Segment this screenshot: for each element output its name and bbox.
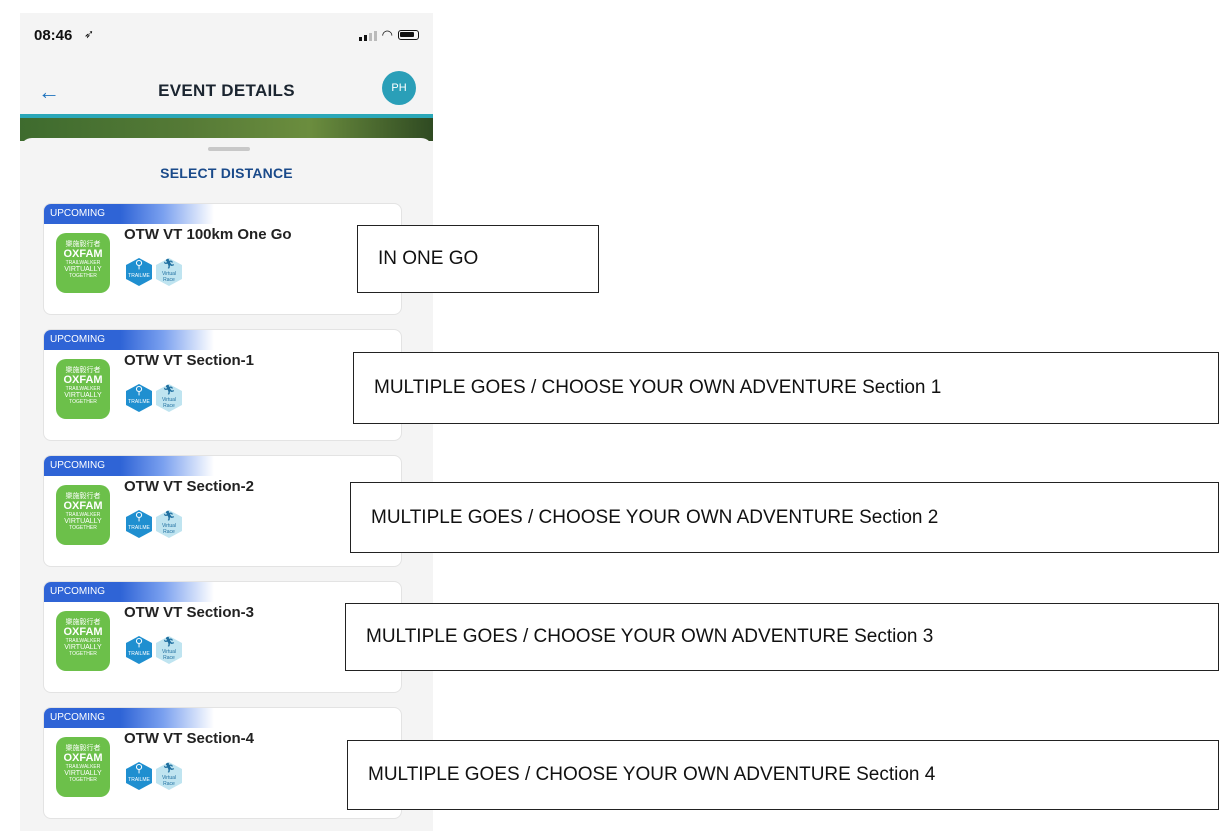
- logo-together-text: TOGETHER: [69, 273, 97, 279]
- wifi-icon: ◠: [381, 27, 393, 42]
- logo-together-text: TOGETHER: [69, 777, 97, 783]
- status-badge: UPCOMING: [50, 460, 105, 471]
- virtual-race-badge-icon: 🏃︎ Virtual Race: [156, 384, 182, 412]
- status-ribbon: UPCOMING: [44, 204, 214, 224]
- status-ribbon: UPCOMING: [44, 582, 214, 602]
- event-title: OTW VT Section-1: [124, 352, 255, 369]
- status-time: 08:46: [34, 27, 73, 44]
- sheet-grabber[interactable]: [208, 147, 250, 151]
- event-title: OTW VT Section-2: [124, 478, 255, 495]
- status-ribbon: UPCOMING: [44, 330, 214, 350]
- event-title: OTW VT Section-4: [124, 730, 255, 747]
- status-badge: UPCOMING: [50, 334, 105, 345]
- logo-oxfam-text: OXFAM: [63, 500, 103, 512]
- status-badge: UPCOMING: [50, 586, 105, 597]
- oxfam-trailwalker-logo: 樂施毅行者 OXFAM TRAILWALKER VIRTUALLY TOGETH…: [56, 233, 110, 293]
- logo-together-text: TOGETHER: [69, 651, 97, 657]
- annotation-box: IN ONE GO: [357, 225, 599, 293]
- logo-oxfam-text: OXFAM: [63, 248, 103, 260]
- status-ribbon: UPCOMING: [44, 456, 214, 476]
- event-title: OTW VT 100km One Go: [124, 226, 292, 243]
- logo-oxfam-text: OXFAM: [63, 626, 103, 638]
- status-bar: 08:46 ➶ ◠: [20, 13, 433, 63]
- oxfam-trailwalker-logo: 樂施毅行者 OXFAM TRAILWALKER VIRTUALLY TOGETH…: [56, 611, 110, 671]
- status-badge: UPCOMING: [50, 208, 105, 219]
- logo-together-text: TOGETHER: [69, 399, 97, 405]
- status-ribbon: UPCOMING: [44, 708, 214, 728]
- trailme-badge-icon: ⚲ TRAILME: [126, 636, 152, 664]
- logo-virtually-text: VIRTUALLY: [64, 266, 102, 273]
- annotation-box: MULTIPLE GOES / CHOOSE YOUR OWN ADVENTUR…: [350, 482, 1219, 553]
- status-badge: UPCOMING: [50, 712, 105, 723]
- page-title: EVENT DETAILS: [158, 81, 295, 100]
- annotation-box: MULTIPLE GOES / CHOOSE YOUR OWN ADVENTUR…: [353, 352, 1219, 424]
- location-arrow-icon: ➶: [84, 27, 95, 41]
- status-icons: ◠: [358, 27, 419, 43]
- oxfam-trailwalker-logo: 樂施毅行者 OXFAM TRAILWALKER VIRTUALLY TOGETH…: [56, 485, 110, 545]
- logo-virtually-text: VIRTUALLY: [64, 518, 102, 525]
- trailme-badge-icon: ⚲ TRAILME: [126, 510, 152, 538]
- virtual-race-badge-icon: 🏃︎ Virtual Race: [156, 762, 182, 790]
- signal-icon: [358, 30, 377, 41]
- avatar[interactable]: PH: [382, 71, 416, 105]
- virtual-race-badge-icon: 🏃︎ Virtual Race: [156, 510, 182, 538]
- oxfam-trailwalker-logo: 樂施毅行者 OXFAM TRAILWALKER VIRTUALLY TOGETH…: [56, 359, 110, 419]
- virtual-race-badge-icon: 🏃︎ Virtual Race: [156, 258, 182, 286]
- annotation-box: MULTIPLE GOES / CHOOSE YOUR OWN ADVENTUR…: [345, 603, 1219, 671]
- logo-oxfam-text: OXFAM: [63, 752, 103, 764]
- logo-oxfam-text: OXFAM: [63, 374, 103, 386]
- virtual-race-badge-icon: 🏃︎ Virtual Race: [156, 636, 182, 664]
- logo-virtually-text: VIRTUALLY: [64, 392, 102, 399]
- navigation-bar: ← EVENT DETAILS PH: [20, 69, 433, 115]
- oxfam-trailwalker-logo: 樂施毅行者 OXFAM TRAILWALKER VIRTUALLY TOGETH…: [56, 737, 110, 797]
- logo-virtually-text: VIRTUALLY: [64, 770, 102, 777]
- logo-together-text: TOGETHER: [69, 525, 97, 531]
- trailme-badge-icon: ⚲ TRAILME: [126, 762, 152, 790]
- event-card[interactable]: UPCOMING 樂施毅行者 OXFAM TRAILWALKER VIRTUAL…: [43, 455, 402, 567]
- event-card[interactable]: UPCOMING 樂施毅行者 OXFAM TRAILWALKER VIRTUAL…: [43, 203, 402, 315]
- annotation-box: MULTIPLE GOES / CHOOSE YOUR OWN ADVENTUR…: [347, 740, 1219, 810]
- trailme-badge-icon: ⚲ TRAILME: [126, 258, 152, 286]
- sheet-title: SELECT DISTANCE: [160, 165, 293, 181]
- logo-virtually-text: VIRTUALLY: [64, 644, 102, 651]
- event-title: OTW VT Section-3: [124, 604, 255, 621]
- event-card[interactable]: UPCOMING 樂施毅行者 OXFAM TRAILWALKER VIRTUAL…: [43, 329, 402, 441]
- battery-icon: [398, 30, 419, 40]
- trailme-badge-icon: ⚲ TRAILME: [126, 384, 152, 412]
